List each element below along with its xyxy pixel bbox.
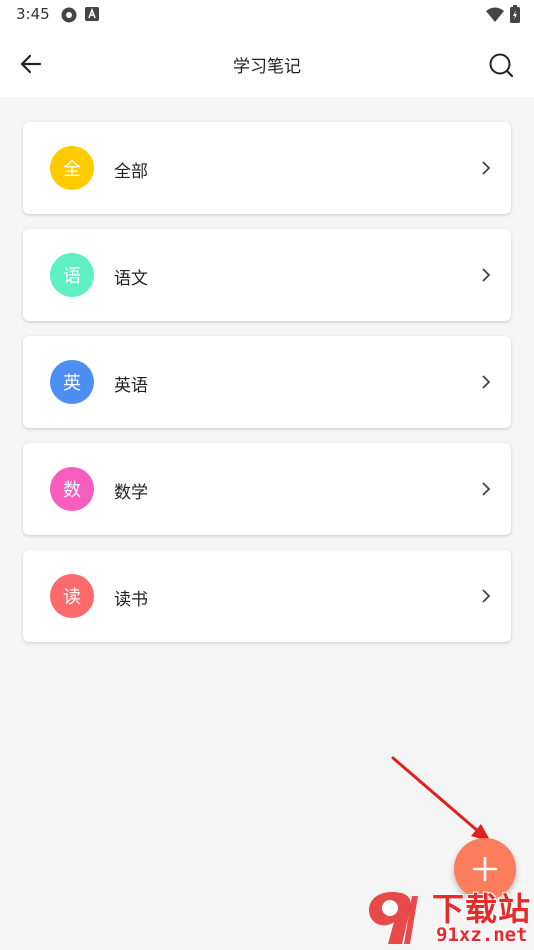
category-item-chinese[interactable]: 语 语文 [23, 229, 511, 321]
category-list: 全 全部 语 语文 英 英语 数 数学 读 读书 [23, 122, 511, 657]
category-item-all[interactable]: 全 全部 [23, 122, 511, 214]
wifi-icon [486, 7, 504, 22]
search-icon[interactable] [486, 50, 516, 80]
chevron-right-icon [482, 268, 491, 282]
category-item-reading[interactable]: 读 读书 [23, 550, 511, 642]
category-label: 读书 [114, 590, 148, 610]
chevron-right-icon [482, 161, 491, 175]
battery-charging-icon [510, 5, 520, 23]
chevron-right-icon [482, 482, 491, 496]
plus-icon [472, 856, 498, 882]
watermark-brand-en: 91xz.net [436, 924, 528, 946]
watermark: 下载站 91xz.net [362, 884, 534, 948]
category-badge: 英 [50, 360, 94, 404]
category-label: 语文 [114, 269, 148, 289]
keyboard-a-icon [85, 7, 99, 21]
chevron-right-icon [482, 375, 491, 389]
settings-gear-icon [61, 7, 77, 23]
category-label: 全部 [114, 162, 148, 182]
category-label: 英语 [114, 376, 148, 396]
annotation-arrow [391, 756, 491, 842]
category-badge: 读 [50, 574, 94, 618]
status-time: 3:45 [16, 5, 50, 23]
category-badge: 数 [50, 467, 94, 511]
app-bar: 学习笔记 [0, 30, 534, 97]
chevron-right-icon [482, 589, 491, 603]
category-item-english[interactable]: 英 英语 [23, 336, 511, 428]
category-badge: 全 [50, 146, 94, 190]
status-bar: 3:45 [0, 0, 534, 30]
category-badge: 语 [50, 253, 94, 297]
category-item-math[interactable]: 数 数学 [23, 443, 511, 535]
category-label: 数学 [114, 483, 148, 503]
page-title: 学习笔记 [233, 57, 301, 77]
watermark-logo-icon [368, 892, 418, 944]
